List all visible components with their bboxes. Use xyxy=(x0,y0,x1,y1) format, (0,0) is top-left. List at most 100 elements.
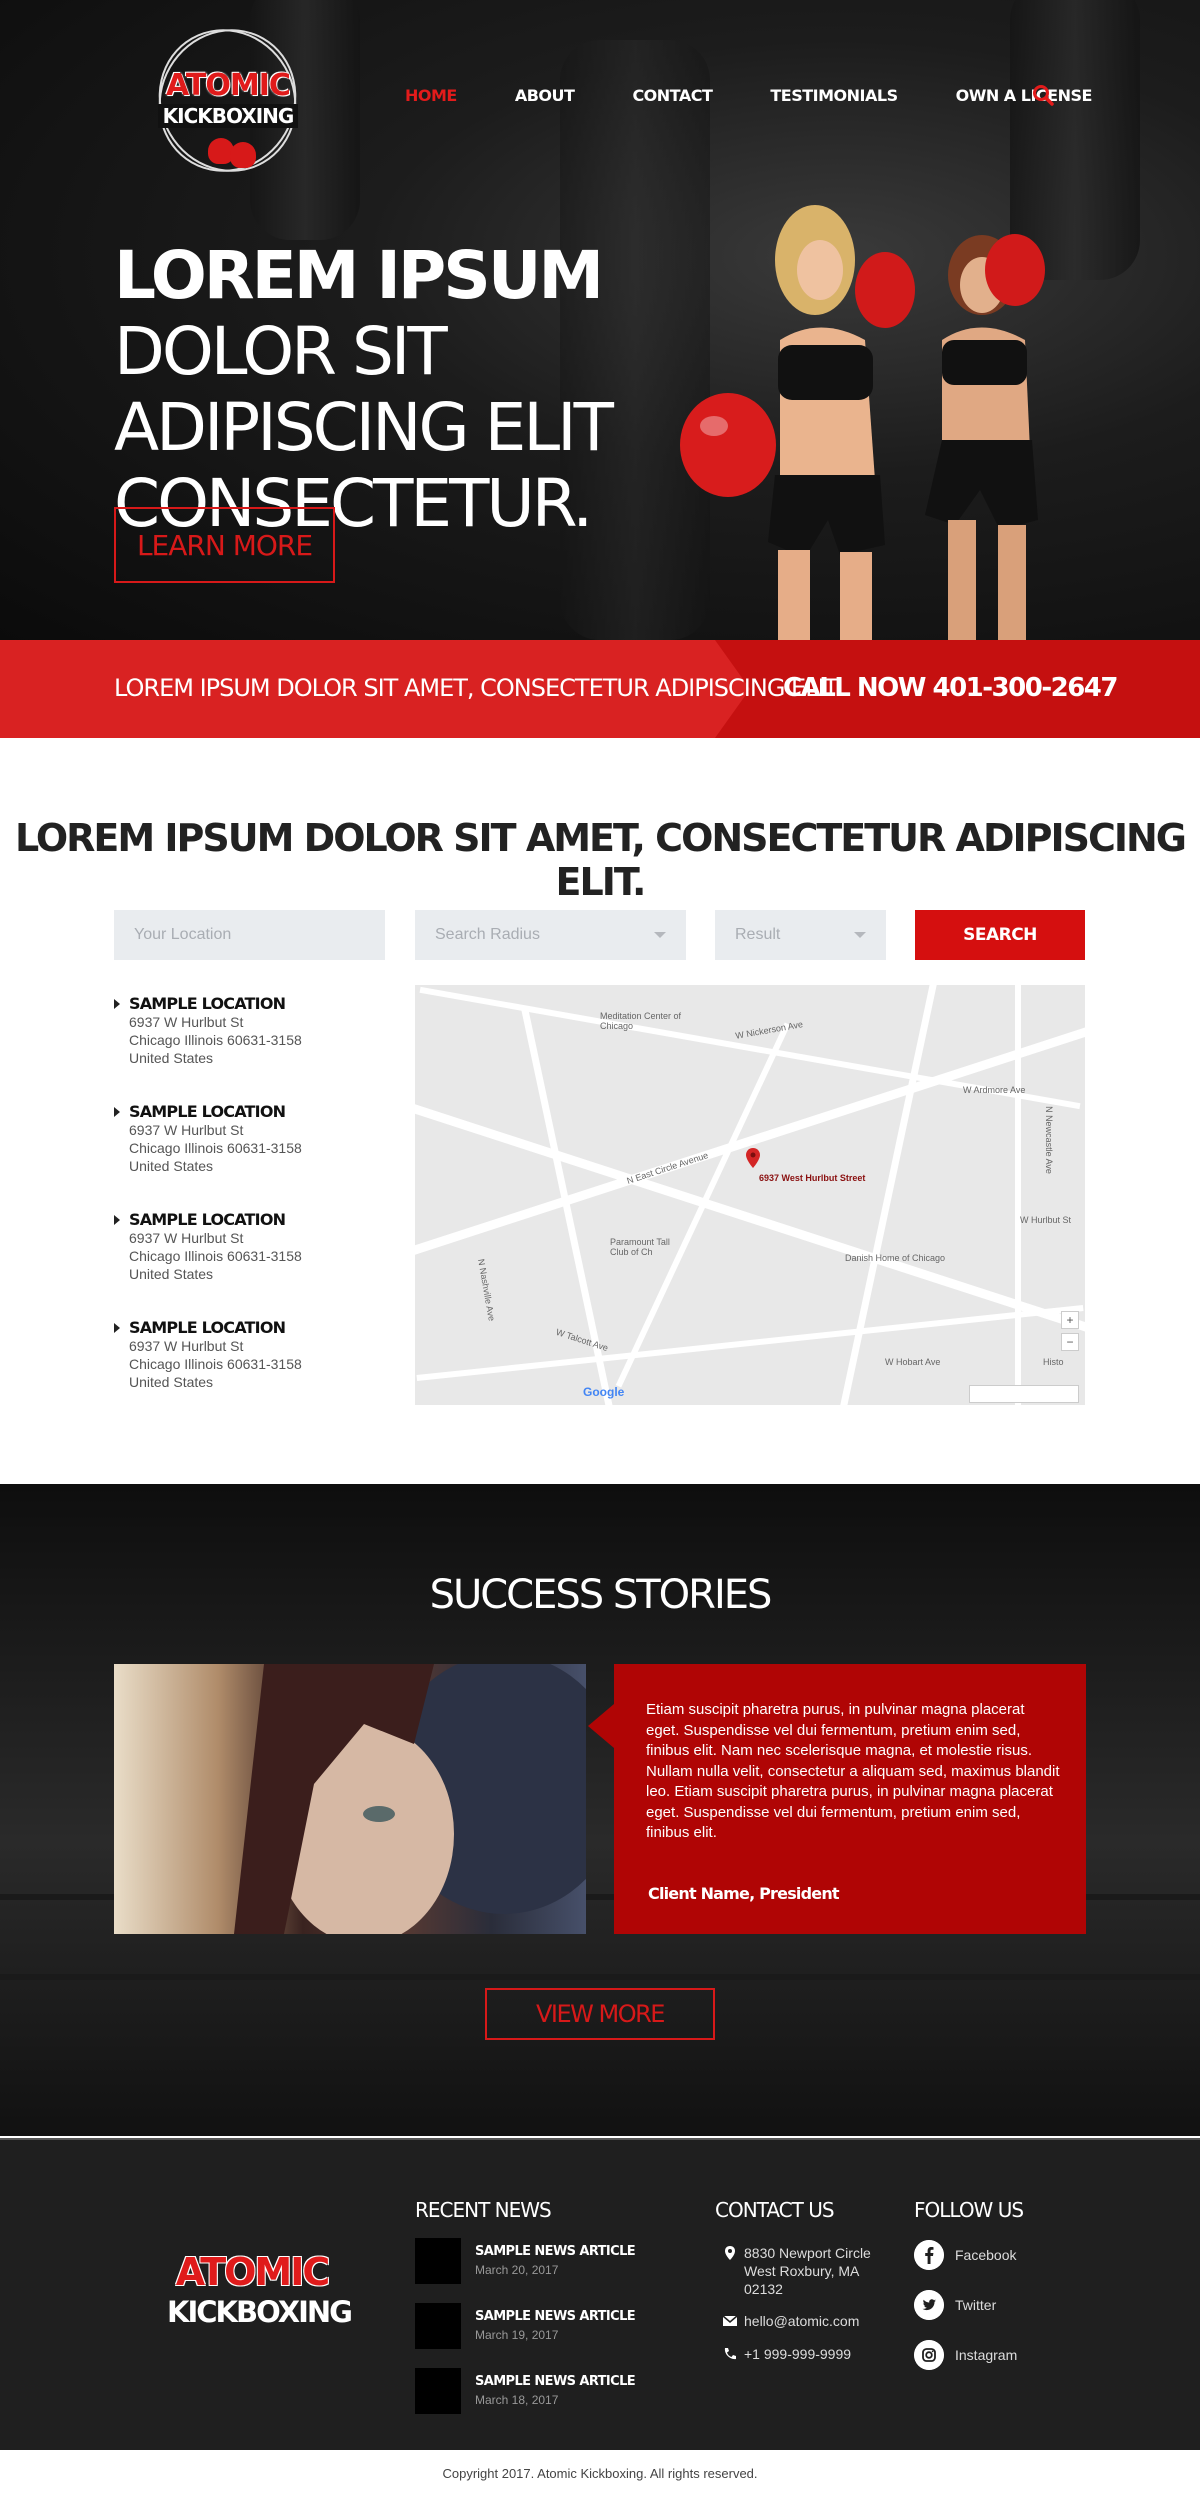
facebook-label: Facebook xyxy=(955,2247,1017,2263)
news-item[interactable]: SAMPLE NEWS ARTICLE March 20, 2017 xyxy=(415,2238,645,2284)
location-country: United States xyxy=(129,1050,214,1066)
phone-link[interactable]: +1 999-999-9999 xyxy=(744,2345,851,2363)
testimonial-author-wrap: Client Name, President xyxy=(648,1884,840,1904)
testimonial-author: Client Name, President xyxy=(648,1884,840,1903)
follow-heading: FOLLOW US xyxy=(914,2198,1024,2222)
map-poi-paramount: Paramount Tall Club of Ch xyxy=(610,1237,670,1257)
news-thumbnail xyxy=(415,2303,461,2349)
search-icon[interactable] xyxy=(1032,84,1054,106)
social-facebook[interactable]: Facebook xyxy=(914,2240,1064,2270)
location-item[interactable]: SAMPLE LOCATION 6937 W Hurlbut St Chicag… xyxy=(114,1102,394,1210)
news-title: SAMPLE NEWS ARTICLE xyxy=(475,2374,636,2389)
hero-headline-bold: LOREM IPSUM xyxy=(114,237,604,314)
learn-more-button[interactable]: LEARN MORE xyxy=(114,507,335,583)
search-radius-select[interactable]: Search Radius xyxy=(415,910,686,960)
location-city: Chicago Illinois 60631-3158 xyxy=(129,1356,302,1372)
pegman-control[interactable] xyxy=(969,1385,1079,1403)
search-button[interactable]: SEARCH xyxy=(915,910,1085,960)
location-name: SAMPLE LOCATION xyxy=(129,1210,286,1229)
location-item[interactable]: SAMPLE LOCATION 6937 W Hurlbut St Chicag… xyxy=(114,1318,394,1426)
nav-about[interactable]: ABOUT xyxy=(515,86,575,105)
caret-right-icon xyxy=(114,1107,120,1117)
location-city: Chicago Illinois 60631-3158 xyxy=(129,1032,302,1048)
map-street-label: W Hobart Ave xyxy=(885,1357,941,1367)
twitter-label: Twitter xyxy=(955,2297,997,2313)
phone-icon xyxy=(724,2348,736,2360)
location-name: SAMPLE LOCATION xyxy=(129,1102,286,1121)
location-input[interactable]: Your Location xyxy=(114,910,385,960)
caret-right-icon xyxy=(114,1215,120,1225)
site-logo[interactable]: ATOMIC KICKBOXING xyxy=(132,3,323,198)
map-road xyxy=(1015,985,1021,1405)
zoom-out-button[interactable]: − xyxy=(1061,1333,1079,1351)
map-street-label: W Talcott Ave xyxy=(554,1326,610,1354)
social-twitter[interactable]: Twitter xyxy=(914,2290,1064,2320)
result-value: Result xyxy=(735,926,781,943)
map-poi-meditation: Meditation Center of Chicago xyxy=(600,1011,682,1031)
location-country: United States xyxy=(129,1158,214,1174)
twitter-icon xyxy=(914,2290,944,2320)
ring-rope-background xyxy=(0,1974,1200,1980)
news-date: March 20, 2017 xyxy=(475,2263,559,2277)
footer-logo-atomic: ATOMIC xyxy=(175,2250,331,2294)
success-stories-section: SUCCESS STORIES Etiam suscipit pharetra … xyxy=(0,1484,1200,2136)
map-pin-icon[interactable] xyxy=(746,1148,760,1168)
map-street-label: W Nickerson Ave xyxy=(734,1019,804,1041)
nav-contact[interactable]: CONTACT xyxy=(632,86,712,105)
location-map[interactable]: Meditation Center of Chicago Paramount T… xyxy=(415,985,1085,1405)
nav-testimonials[interactable]: TESTIMONIALS xyxy=(770,86,898,105)
envelope-icon xyxy=(722,2315,738,2326)
testimonial-text: Etiam suscipit pharetra purus, in pulvin… xyxy=(646,1701,1060,1841)
search-radius-value: Search Radius xyxy=(435,926,540,943)
address-line-2: West Roxbury, MA xyxy=(744,2263,860,2279)
news-date: March 18, 2017 xyxy=(475,2393,559,2407)
location-street: 6937 W Hurlbut St xyxy=(129,1338,244,1354)
contact-email[interactable]: hello@atomic.com xyxy=(722,2312,859,2330)
hero-headline: LOREM IPSUM DOLOR SIT ADIPISCING ELIT CO… xyxy=(114,238,674,542)
copyright-text: Copyright 2017. Atomic Kickboxing. All r… xyxy=(0,2450,1200,2500)
result-select[interactable]: Result xyxy=(715,910,886,960)
map-street-label: W Ardmore Ave xyxy=(963,1085,1026,1095)
address-line-1: 8830 Newport Circle xyxy=(744,2245,871,2261)
logo-text-atomic: ATOMIC xyxy=(166,68,291,103)
cta-bar: LOREM IPSUM DOLOR SIT AMET, CONSECTETUR … xyxy=(0,640,1200,738)
nav-home[interactable]: HOME xyxy=(405,86,457,105)
locator-title: LOREM IPSUM DOLOR SIT AMET, CONSECTETUR … xyxy=(14,816,1187,904)
zoom-in-button[interactable]: + xyxy=(1061,1311,1079,1329)
location-country: United States xyxy=(129,1266,214,1282)
email-link[interactable]: hello@atomic.com xyxy=(744,2312,859,2330)
news-title: SAMPLE NEWS ARTICLE xyxy=(475,2244,636,2259)
call-now-link[interactable]: CALL NOW 401-300-2647 xyxy=(783,673,1118,703)
location-list: SAMPLE LOCATION 6937 W Hurlbut St Chicag… xyxy=(114,994,394,1426)
boxing-glove-icon xyxy=(230,142,256,168)
chevron-down-icon xyxy=(854,932,866,938)
map-street-label: Histo xyxy=(1043,1357,1064,1367)
footer-logo-kickboxing: KICKBOXING xyxy=(167,2295,353,2329)
address-line-3: 02132 xyxy=(744,2281,783,2297)
map-street-label: N Nashville Ave xyxy=(476,1258,497,1322)
location-city: Chicago Illinois 60631-3158 xyxy=(129,1248,302,1264)
success-title: SUCCESS STORIES xyxy=(429,1572,773,1618)
success-photo xyxy=(114,1664,586,1934)
location-item[interactable]: SAMPLE LOCATION 6937 W Hurlbut St Chicag… xyxy=(114,994,394,1102)
map-street-label: N Newcastle Ave xyxy=(1043,1106,1054,1174)
recent-news-heading: RECENT NEWS xyxy=(415,2198,552,2222)
caret-right-icon xyxy=(114,999,120,1009)
map-marker-icon xyxy=(725,2246,735,2260)
nav-own-a-license[interactable]: OWN A LICENSE xyxy=(956,86,1093,105)
location-item[interactable]: SAMPLE LOCATION 6937 W Hurlbut St Chicag… xyxy=(114,1210,394,1318)
news-item[interactable]: SAMPLE NEWS ARTICLE March 18, 2017 xyxy=(415,2368,645,2414)
facebook-icon xyxy=(914,2240,944,2270)
map-road xyxy=(615,1022,791,1388)
hero-section: ATOMIC KICKBOXING HOME ABOUT CONTACT TES… xyxy=(0,0,1200,640)
view-more-button[interactable]: VIEW MORE xyxy=(485,1988,715,2040)
location-city: Chicago Illinois 60631-3158 xyxy=(129,1140,302,1156)
social-instagram[interactable]: Instagram xyxy=(914,2340,1064,2370)
location-street: 6937 W Hurlbut St xyxy=(129,1014,244,1030)
map-street-label: N East Circle Avenue xyxy=(625,1150,710,1186)
map-street-label: W Hurlbut St xyxy=(1020,1215,1072,1225)
contact-phone[interactable]: +1 999-999-9999 xyxy=(722,2345,851,2363)
news-item[interactable]: SAMPLE NEWS ARTICLE March 19, 2017 xyxy=(415,2303,645,2349)
site-footer: ATOMIC KICKBOXING RECENT NEWS SAMPLE NEW… xyxy=(0,2138,1200,2450)
instagram-icon xyxy=(914,2340,944,2370)
